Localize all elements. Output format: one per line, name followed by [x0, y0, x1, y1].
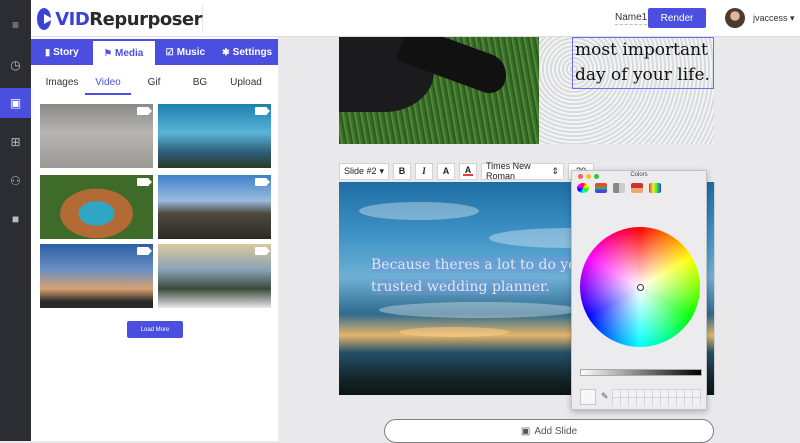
text-color-button[interactable]: A — [459, 162, 477, 180]
logo-film-reel-icon — [37, 8, 54, 30]
subtab-video[interactable]: Video — [85, 73, 131, 95]
load-more-button[interactable]: Load More — [127, 321, 183, 338]
add-slide-label: Add Slide — [534, 425, 578, 437]
media-library-glyph: ▣ — [9, 96, 22, 110]
video-thumbnail[interactable] — [40, 104, 153, 168]
chevron-updown-icon: ⇕ — [551, 165, 559, 176]
color-wheel-mode-icon[interactable] — [577, 183, 589, 193]
colors-picker-title: Colors — [630, 172, 648, 178]
slide-select-value: Slide #2 — [344, 166, 377, 176]
text-color-glyph: A — [463, 165, 473, 176]
history-icon[interactable]: ◷ — [0, 50, 31, 80]
logo-text-rest: Repurposer — [89, 8, 202, 30]
slide-1-text[interactable]: most important day of your life. — [575, 38, 714, 88]
italic-button[interactable]: I — [415, 162, 433, 180]
media-library-icon[interactable]: ▣ — [0, 88, 31, 118]
media-panel: ▮ Story ⚑ Media ☑ Music ✱ Settings Images Vi… — [31, 37, 278, 441]
top-bar: VIDRepurposer Name1 Render jvaccess ▾ — [31, 0, 800, 37]
chevron-down-icon: ▾ — [379, 165, 384, 176]
colors-picker-window[interactable]: Colors ✎ — [571, 170, 707, 410]
tab-settings[interactable]: ✱ Settings — [216, 39, 278, 65]
bold-button[interactable]: B — [393, 162, 411, 180]
menu-glyph: ≡ — [11, 18, 19, 32]
subtab-gif[interactable]: Gif — [131, 73, 177, 95]
eyedropper-icon[interactable]: ✎ — [601, 391, 609, 402]
color-palettes-mode-icon[interactable] — [613, 183, 625, 193]
tab-music[interactable]: ☑ Music — [155, 39, 217, 65]
current-color-swatch — [580, 389, 596, 405]
video-camera-icon — [137, 247, 152, 255]
book-icon: ▮ — [45, 46, 51, 57]
tab-music-label: Music — [176, 46, 206, 58]
users-icon[interactable]: ⚇ — [0, 166, 31, 196]
users-glyph: ⚇ — [10, 174, 21, 188]
panel-tabs: ▮ Story ⚑ Media ☑ Music ✱ Settings — [31, 39, 278, 65]
video-camera-icon — [137, 178, 152, 186]
logo-text: VIDRepurposer — [55, 9, 202, 30]
color-wheel-cursor[interactable] — [637, 284, 644, 291]
subtab-bg[interactable]: BG — [177, 73, 223, 95]
project-name-field[interactable]: Name1 — [615, 12, 648, 25]
user-menu[interactable]: jvaccess ▾ — [753, 13, 795, 24]
image-palettes-mode-icon[interactable] — [631, 183, 643, 193]
video-thumbnail[interactable] — [40, 244, 153, 308]
video-thumbnail[interactable] — [40, 175, 153, 239]
gear-icon: ✱ — [222, 46, 230, 57]
color-sliders-mode-icon[interactable] — [595, 183, 607, 193]
flag-icon: ⚑ — [103, 47, 112, 58]
video-camera-icon — [255, 178, 270, 186]
music-icon: ☑ — [165, 46, 174, 57]
brightness-slider[interactable] — [580, 369, 702, 376]
subtab-images[interactable]: Images — [39, 73, 85, 95]
tab-media-label: Media — [114, 47, 144, 59]
video-thumbnail[interactable] — [158, 175, 271, 239]
video-thumbnail[interactable] — [158, 104, 271, 168]
color-wheel[interactable] — [580, 227, 700, 347]
cloud — [379, 302, 579, 318]
font-family-value: Times New Roman — [486, 161, 531, 181]
add-slide-button[interactable]: ▣ Add Slide — [384, 419, 714, 443]
avatar[interactable] — [725, 8, 745, 28]
render-button[interactable]: Render — [648, 8, 706, 28]
cloud — [399, 327, 509, 337]
font-family-select[interactable]: Times New Roman ⇕ — [481, 161, 564, 181]
saved-swatches-grid[interactable] — [612, 389, 702, 405]
tab-story-label: Story — [53, 46, 79, 58]
logo-text-vid: VID — [55, 8, 90, 30]
table-icon[interactable]: ⊞ — [0, 127, 31, 157]
slide-2-text[interactable]: Because theres a lot to do you trusted w… — [371, 254, 591, 298]
pencils-mode-icon[interactable] — [649, 183, 661, 193]
logo[interactable]: VIDRepurposer — [37, 5, 203, 33]
menu-icon[interactable]: ≡ — [0, 10, 31, 40]
tab-story[interactable]: ▮ Story — [31, 39, 93, 65]
video-camera-icon — [137, 107, 152, 115]
left-rail: ≡ ◷ ▣ ⊞ ⚇ ■ — [0, 0, 31, 441]
cloud — [359, 202, 479, 220]
slide-select[interactable]: Slide #2 ▾ — [339, 162, 389, 180]
text-style-button[interactable]: A — [437, 162, 455, 180]
history-glyph: ◷ — [10, 58, 21, 72]
tab-settings-label: Settings — [232, 46, 273, 58]
tab-media[interactable]: ⚑ Media — [92, 39, 155, 65]
subtab-upload[interactable]: Upload — [223, 73, 269, 95]
canvas-edge — [714, 182, 715, 395]
slide-1-preview[interactable]: most important day of your life. — [339, 37, 714, 144]
color-mode-tabs — [577, 183, 661, 193]
media-subtabs: Images Video Gif BG Upload — [39, 73, 271, 95]
video-camera-glyph: ■ — [11, 212, 20, 226]
video-thumbnail[interactable] — [158, 244, 271, 308]
table-glyph: ⊞ — [10, 135, 21, 149]
slide-2-text-content: Because theres a lot to do you trusted w… — [371, 257, 586, 295]
video-camera-icon — [255, 107, 270, 115]
video-camera-icon[interactable]: ■ — [0, 204, 31, 234]
add-slide-icon: ▣ — [520, 425, 531, 437]
text-toolbar: Slide #2▾ B I A A Times New Roman⇕ 20 — [339, 161, 609, 181]
video-camera-icon — [255, 247, 270, 255]
